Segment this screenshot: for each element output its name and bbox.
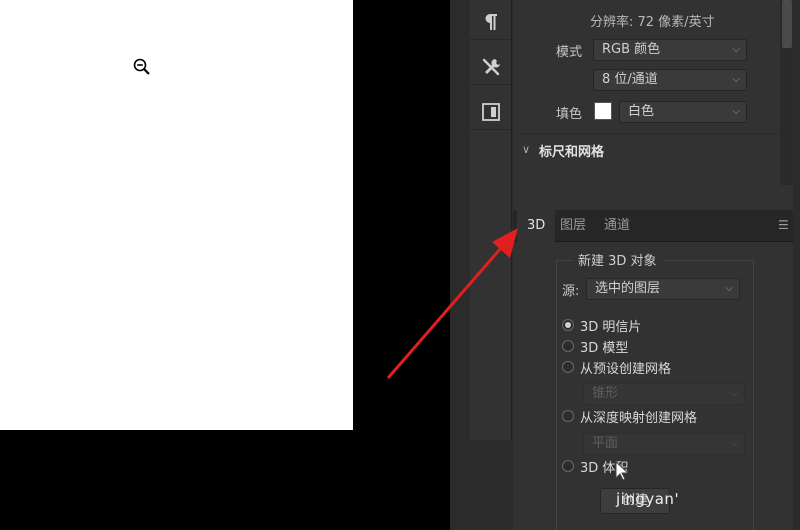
pilcrow-icon bbox=[485, 13, 497, 30]
navigator-panel-button[interactable] bbox=[470, 94, 512, 130]
panel-tab-bar: 3D 图层 通道 bbox=[513, 210, 793, 242]
mode-select[interactable]: RGB 颜色 ⌵ bbox=[593, 39, 747, 61]
fill-select[interactable]: 白色 ⌵ bbox=[619, 101, 747, 123]
watermark-text: jingyan' bbox=[616, 490, 680, 508]
source-select[interactable]: 选中的图层 ⌵ bbox=[586, 278, 740, 300]
source-value: 选中的图层 bbox=[595, 281, 661, 296]
properties-scrollbar-thumb[interactable] bbox=[782, 0, 792, 48]
fill-color-swatch[interactable] bbox=[594, 102, 612, 120]
chevron-down-icon: ⌵ bbox=[732, 106, 740, 117]
document-canvas[interactable] bbox=[0, 0, 353, 430]
mesh-option-label[interactable]: 3D 模型 bbox=[580, 337, 628, 356]
postcard-radio[interactable] bbox=[562, 319, 574, 331]
preset-mesh-option-label[interactable]: 从预设创建网格 bbox=[580, 358, 671, 377]
volume-radio[interactable] bbox=[562, 460, 574, 472]
depth-map-select: 平面 ⌵ bbox=[583, 433, 745, 455]
annotation-arrow-icon bbox=[386, 228, 518, 379]
mode-value: RGB 颜色 bbox=[602, 42, 661, 57]
chevron-down-icon: ⌵ bbox=[730, 438, 738, 449]
tab-channels[interactable]: 通道 bbox=[594, 210, 640, 242]
postcard-option-label[interactable]: 3D 明信片 bbox=[580, 316, 641, 335]
depth-map-placeholder: 平面 bbox=[592, 436, 619, 451]
mode-label: 模式 bbox=[556, 45, 583, 60]
chevron-down-icon: ⌵ bbox=[730, 388, 738, 399]
bit-depth-select[interactable]: 8 位/通道 ⌵ bbox=[593, 69, 747, 91]
tab-layers[interactable]: 图层 bbox=[550, 210, 596, 242]
chevron-down-icon: ⌵ bbox=[725, 283, 733, 294]
chevron-down-icon: ⌵ bbox=[732, 44, 740, 55]
preset-shape-select: 锥形 ⌵ bbox=[583, 383, 745, 405]
depth-map-option-label[interactable]: 从深度映射创建网格 bbox=[580, 407, 697, 426]
fill-label: 填色 bbox=[556, 107, 583, 122]
paragraph-panel-button[interactable] bbox=[470, 4, 512, 40]
preset-shape-placeholder: 锥形 bbox=[592, 386, 619, 401]
chevron-down-icon: ∨ bbox=[522, 143, 531, 156]
rulers-grids-heading: 标尺和网格 bbox=[539, 145, 605, 160]
fill-value: 白色 bbox=[628, 104, 655, 119]
panel-menu-icon[interactable]: ☰ bbox=[778, 218, 789, 232]
preset-mesh-radio[interactable] bbox=[562, 361, 574, 373]
tool-presets-button[interactable] bbox=[470, 49, 512, 85]
tools-icon bbox=[482, 58, 500, 75]
panel-layout-icon bbox=[482, 102, 500, 121]
resolution-text: 分辨率: 72 像素/英寸 bbox=[590, 15, 715, 30]
bit-depth-value: 8 位/通道 bbox=[602, 72, 658, 87]
source-label: 源: bbox=[562, 284, 580, 299]
properties-panel: 分辨率: 72 像素/英寸 模式 RGB 颜色 ⌵ 8 位/通道 ⌵ 填色 白色… bbox=[513, 0, 793, 210]
mesh-radio[interactable] bbox=[562, 340, 574, 352]
depth-map-radio[interactable] bbox=[562, 410, 574, 422]
zoom-out-cursor-icon bbox=[133, 58, 150, 75]
pointer-cursor-icon bbox=[615, 460, 630, 481]
new-3d-object-title: 新建 3D 对象 bbox=[572, 250, 663, 269]
chevron-down-icon: ⌵ bbox=[732, 74, 740, 85]
rulers-grids-section[interactable]: ∨ 标尺和网格 bbox=[517, 133, 777, 163]
